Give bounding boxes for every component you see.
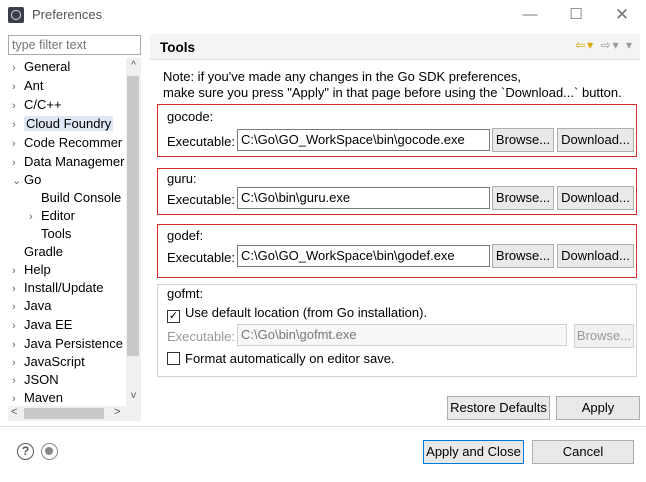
window-title: Preferences [32, 7, 103, 22]
scrollbar-thumb[interactable] [24, 408, 104, 419]
expand-arrow-icon[interactable]: › [12, 154, 24, 172]
gofmt-group: gofmt: ✓ Use default location (from Go in… [157, 284, 637, 377]
expand-arrow-icon[interactable]: › [12, 354, 24, 372]
guru-group: guru: Executable: C:\Go\bin\guru.exe Bro… [157, 168, 637, 215]
expand-arrow-icon[interactable]: › [12, 116, 24, 134]
expand-arrow-icon[interactable]: › [12, 97, 24, 115]
apply-button[interactable]: Apply [556, 396, 640, 420]
scroll-down-icon[interactable]: v [126, 390, 141, 401]
back-arrow-icon[interactable]: ⇦▾ [575, 38, 595, 52]
scroll-up-icon[interactable]: ^ [126, 60, 141, 71]
tree-horizontal-scrollbar[interactable]: < > [8, 406, 141, 421]
tree-item-tools[interactable]: Tools [41, 225, 71, 243]
forward-arrow-icon[interactable]: ⇨▾ [601, 38, 621, 52]
guru-download-button[interactable]: Download... [557, 186, 634, 210]
tree-item-cloud-foundry[interactable]: › Cloud Foundry [12, 115, 114, 134]
expand-arrow-icon[interactable]: › [12, 262, 24, 280]
close-button[interactable]: ✕ [602, 4, 642, 26]
view-menu-icon[interactable]: ▾ [626, 38, 634, 52]
godef-group: godef: Executable: C:\Go\GO_WorkSpace\bi… [157, 224, 637, 278]
scroll-right-icon[interactable]: > [114, 406, 120, 418]
gofmt-executable-label: Executable: [167, 329, 235, 344]
collapse-arrow-icon[interactable]: ⌄ [12, 172, 24, 190]
expand-arrow-icon[interactable]: › [12, 390, 24, 406]
sdk-note: Note: if you've made any changes in the … [163, 69, 622, 100]
godef-browse-button[interactable]: Browse... [492, 244, 554, 268]
tree-item-install-update[interactable]: › Install/Update [12, 279, 104, 297]
guru-executable-input[interactable]: C:\Go\bin\guru.exe [237, 187, 490, 209]
apply-and-close-button[interactable]: Apply and Close [423, 440, 524, 464]
gofmt-browse-button: Browse... [574, 324, 634, 348]
godef-executable-label: Executable: [167, 250, 235, 265]
tree-item-code-recommenders[interactable]: › Code Recommer [12, 134, 122, 152]
tree-item-build-console[interactable]: Build Console [41, 189, 121, 207]
help-icon[interactable]: ? [17, 443, 34, 460]
expand-arrow-icon[interactable]: › [29, 208, 41, 226]
tree-item-editor[interactable]: › Editor [29, 207, 75, 225]
filter-input[interactable] [8, 35, 141, 55]
expand-arrow-icon[interactable]: › [12, 298, 24, 316]
gocode-group-title: gocode: [167, 109, 214, 124]
tree-vertical-scrollbar[interactable]: ^ v [126, 58, 141, 406]
godef-executable-input[interactable]: C:\Go\GO_WorkSpace\bin\godef.exe [237, 245, 490, 267]
tree-item-java-ee[interactable]: › Java EE [12, 316, 72, 334]
history-navigation[interactable]: ⇦▾ ⇨▾ ▾ [575, 38, 634, 52]
tree-item-maven[interactable]: › Maven [12, 389, 63, 406]
page-title: Tools [160, 40, 195, 55]
tree-item-json[interactable]: › JSON [12, 371, 59, 389]
gocode-group: gocode: Executable: C:\Go\GO_WorkSpace\b… [157, 104, 637, 157]
godef-group-title: godef: [167, 228, 204, 243]
page-header: Tools ⇦▾ ⇨▾ ▾ [150, 34, 640, 60]
tree-item-general[interactable]: › General [12, 58, 70, 76]
gofmt-group-title: gofmt: [167, 286, 204, 301]
cancel-button[interactable]: Cancel [532, 440, 634, 464]
checkbox-icon[interactable] [167, 352, 180, 365]
scrollbar-thumb[interactable] [127, 76, 139, 356]
tree-item-data-management[interactable]: › Data Managemer [12, 153, 124, 171]
tree-item-gradle[interactable]: Gradle [24, 243, 63, 261]
expand-arrow-icon[interactable]: › [12, 317, 24, 335]
tree-item-help[interactable]: › Help [12, 261, 51, 279]
expand-arrow-icon[interactable]: › [12, 336, 24, 354]
expand-arrow-icon[interactable]: › [12, 372, 24, 390]
title-bar: Preferences — ☐ ✕ [0, 0, 646, 30]
eclipse-app-icon [8, 7, 24, 23]
guru-executable-label: Executable: [167, 192, 235, 207]
tree-item-ant[interactable]: › Ant [12, 77, 44, 95]
guru-browse-button[interactable]: Browse... [492, 186, 554, 210]
guru-group-title: guru: [167, 171, 197, 186]
scroll-left-icon[interactable]: < [11, 406, 17, 418]
format-on-save-checkbox[interactable]: Format automatically on editor save. [167, 351, 395, 367]
footer-separator [0, 426, 646, 427]
tree-item-cpp[interactable]: › C/C++ [12, 96, 62, 114]
record-macro-icon[interactable] [41, 443, 58, 460]
godef-download-button[interactable]: Download... [557, 244, 634, 268]
expand-arrow-icon[interactable]: › [12, 135, 24, 153]
tree-item-java-persistence[interactable]: › Java Persistence [12, 335, 123, 353]
maximize-button[interactable]: ☐ [556, 4, 596, 26]
tree-item-java[interactable]: › Java [12, 297, 51, 315]
tree-item-javascript[interactable]: › JavaScript [12, 353, 85, 371]
preferences-tree: › General › Ant › C/C++ › Cloud Foundry › Cod… [8, 58, 142, 406]
gocode-browse-button[interactable]: Browse... [492, 128, 554, 152]
gocode-executable-label: Executable: [167, 134, 235, 149]
tree-item-go[interactable]: ⌄ Go [12, 171, 41, 189]
expand-arrow-icon[interactable]: › [12, 280, 24, 298]
gocode-download-button[interactable]: Download... [557, 128, 634, 152]
gocode-executable-input[interactable]: C:\Go\GO_WorkSpace\bin\gocode.exe [237, 129, 490, 151]
minimize-button[interactable]: — [510, 4, 550, 26]
restore-defaults-button[interactable]: Restore Defaults [447, 396, 550, 420]
use-default-location-checkbox[interactable]: ✓ Use default location (from Go installat… [167, 305, 427, 323]
expand-arrow-icon[interactable]: › [12, 59, 24, 77]
checkmark-icon[interactable]: ✓ [167, 310, 180, 323]
expand-arrow-icon[interactable]: › [12, 78, 24, 96]
gofmt-executable-input: C:\Go\bin\gofmt.exe [237, 324, 567, 346]
